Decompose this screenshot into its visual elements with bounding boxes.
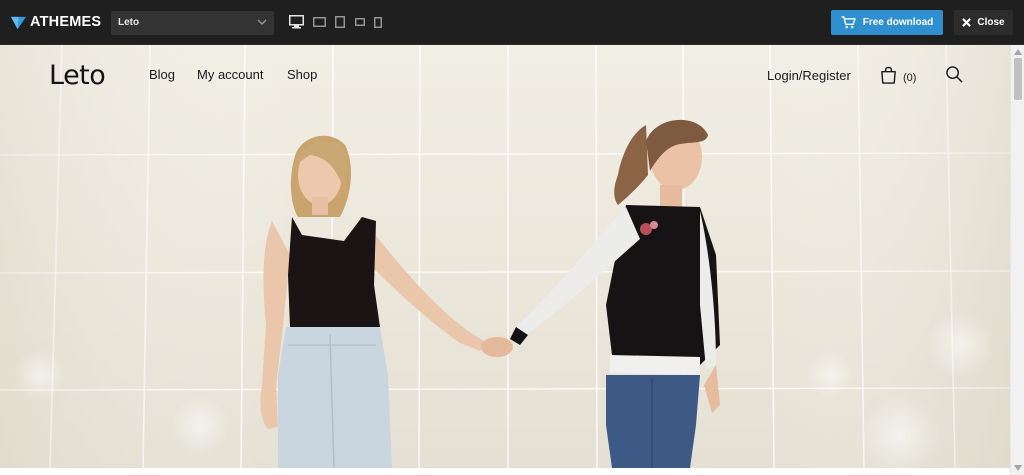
theme-select[interactable]: Leto <box>111 11 274 35</box>
cart-icon <box>841 16 856 29</box>
laptop-view-button[interactable] <box>313 17 326 27</box>
desktop-icon <box>289 15 304 29</box>
athemes-logo[interactable]: ATHEMES <box>11 13 101 31</box>
close-icon <box>962 18 972 27</box>
phone-icon <box>374 17 382 28</box>
theme-preview-frame: Leto Blog My account Shop Login/Register… <box>0 45 1010 475</box>
cart-count: (0) <box>903 72 917 84</box>
nav-shop[interactable]: Shop <box>287 67 317 82</box>
hero-image: Leto Blog My account Shop Login/Register… <box>0 45 1010 468</box>
cart-button[interactable]: (0) <box>879 65 916 84</box>
preview-toolbar: ATHEMES Leto Free download Close <box>0 0 1024 45</box>
close-button[interactable]: Close <box>954 10 1013 35</box>
close-label: Close <box>977 17 1005 28</box>
woman-right <box>510 119 720 468</box>
desktop-view-button[interactable] <box>289 15 304 29</box>
site-logo[interactable]: Leto <box>49 60 106 91</box>
brand-name: ATHEMES <box>30 14 102 30</box>
tablet-portrait-icon <box>335 16 345 28</box>
phone-view-button[interactable] <box>374 17 382 28</box>
content-below-hero <box>0 468 1010 475</box>
free-download-label: Free download <box>862 17 934 28</box>
tablet-landscape-view-button[interactable] <box>355 18 365 26</box>
scrollbar[interactable] <box>1010 45 1024 475</box>
free-download-button[interactable]: Free download <box>831 10 943 35</box>
nav-blog[interactable]: Blog <box>149 67 175 82</box>
athemes-logo-icon <box>11 16 26 29</box>
theme-select-value: Leto <box>118 17 140 28</box>
chevron-down-icon <box>257 19 267 25</box>
scroll-down-arrow-icon[interactable] <box>1014 465 1022 471</box>
login-register-link[interactable]: Login/Register <box>767 68 851 83</box>
woman-left <box>260 135 484 468</box>
laptop-icon <box>313 17 326 27</box>
hero-people-illustration <box>260 119 720 468</box>
nav-my-account[interactable]: My account <box>197 67 263 82</box>
tablet-landscape-icon <box>355 18 365 26</box>
scroll-thumb[interactable] <box>1014 58 1022 100</box>
tablet-portrait-view-button[interactable] <box>335 16 345 28</box>
joined-hands <box>481 337 513 357</box>
scroll-up-arrow-icon[interactable] <box>1014 49 1022 55</box>
search-icon[interactable] <box>945 65 964 84</box>
shopping-bag-icon <box>881 66 896 84</box>
